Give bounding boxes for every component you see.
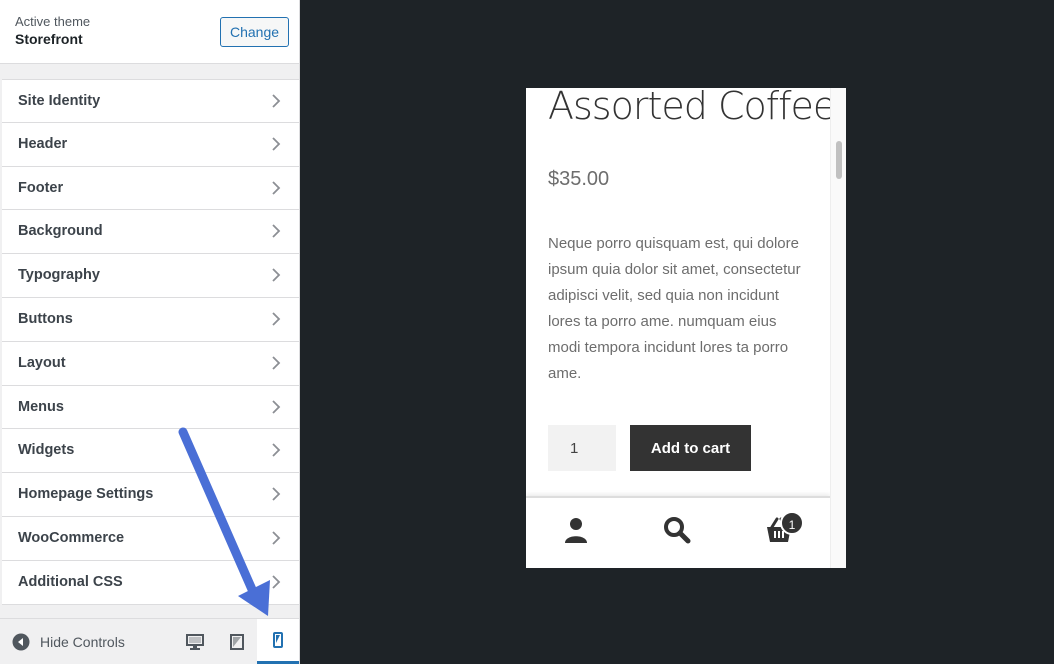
menu-item-woocommerce[interactable]: WooCommerce: [2, 516, 299, 561]
menu-item-site-identity[interactable]: Site Identity: [2, 79, 299, 123]
search-icon[interactable]: [663, 516, 691, 544]
change-theme-button[interactable]: Change: [220, 17, 289, 47]
menu-item-label: Site Identity: [18, 93, 101, 109]
customizer-menu: Site Identity Header Footer Background T…: [2, 79, 299, 605]
chevron-right-icon: [272, 180, 281, 195]
menu-item-label: Footer: [18, 179, 64, 196]
product-title: Assorted Coffee: [548, 88, 836, 128]
product-price: $35.00: [548, 168, 610, 190]
preview-tablet-button[interactable]: [216, 619, 258, 664]
chevron-right-icon: [272, 224, 281, 239]
menu-item-typography[interactable]: Typography: [2, 254, 299, 298]
menu-item-buttons[interactable]: Buttons: [2, 297, 299, 342]
menu-item-label: Widgets: [18, 442, 75, 459]
collapse-arrow-icon: [12, 633, 30, 651]
chevron-right-icon: [272, 268, 281, 282]
mobile-footer-bar: 1: [526, 496, 830, 568]
active-theme-panel: Active theme Storefront Change: [0, 0, 299, 64]
preview-scrollbar[interactable]: [830, 88, 846, 568]
menu-item-menus[interactable]: Menus: [2, 385, 299, 430]
menu-item-label: Menus: [18, 398, 64, 415]
chevron-right-icon: [272, 531, 281, 545]
chevron-right-icon: [272, 487, 281, 501]
menu-item-label: Background: [18, 223, 103, 240]
menu-item-label: Header: [18, 135, 68, 152]
tablet-icon: [230, 634, 244, 650]
chevron-right-icon: [272, 575, 281, 589]
menu-item-label: Additional CSS: [18, 573, 123, 590]
menu-item-footer[interactable]: Footer: [2, 166, 299, 211]
menu-item-layout[interactable]: Layout: [2, 341, 299, 386]
chevron-right-icon: [272, 399, 281, 414]
menu-item-homepage-settings[interactable]: Homepage Settings: [2, 473, 299, 517]
desktop-icon: [186, 634, 204, 650]
menu-item-label: Typography: [18, 267, 100, 284]
menu-item-widgets[interactable]: Widgets: [2, 429, 299, 474]
scrollbar-thumb[interactable]: [836, 141, 842, 179]
customizer-sidebar: Active theme Storefront Change Site Iden…: [0, 0, 300, 664]
preview-desktop-button[interactable]: [174, 619, 216, 664]
menu-item-label: Homepage Settings: [18, 486, 154, 503]
product-description: Neque porro quisquam est, qui dolore ips…: [548, 235, 801, 382]
active-theme-label: Active theme: [15, 14, 91, 29]
chevron-right-icon: [272, 94, 281, 108]
menu-item-additional-css[interactable]: Additional CSS: [2, 560, 299, 605]
customizer-footer-bar: Hide Controls: [0, 618, 299, 664]
mobile-preview-frame: Assorted Coffee $35.00 Neque porro quisq…: [526, 88, 846, 568]
active-theme-name: Storefront: [15, 31, 83, 47]
hide-controls-button[interactable]: Hide Controls: [12, 633, 125, 651]
cart-count-badge: 1: [780, 511, 804, 535]
menu-item-label: WooCommerce: [18, 529, 125, 546]
menu-item-background[interactable]: Background: [2, 210, 299, 255]
hide-controls-label: Hide Controls: [40, 634, 125, 650]
add-to-cart-button[interactable]: Add to cart: [630, 425, 751, 471]
menu-item-label: Buttons: [18, 310, 73, 327]
chevron-right-icon: [272, 443, 281, 458]
mobile-icon: [273, 632, 283, 648]
menu-item-label: Layout: [18, 354, 66, 371]
chevron-right-icon: [272, 137, 281, 151]
account-icon[interactable]: [562, 516, 590, 544]
chevron-right-icon: [272, 356, 281, 370]
quantity-input[interactable]: [548, 425, 616, 471]
chevron-right-icon: [272, 312, 281, 326]
preview-mobile-button[interactable]: [257, 619, 299, 664]
menu-item-header[interactable]: Header: [2, 122, 299, 167]
